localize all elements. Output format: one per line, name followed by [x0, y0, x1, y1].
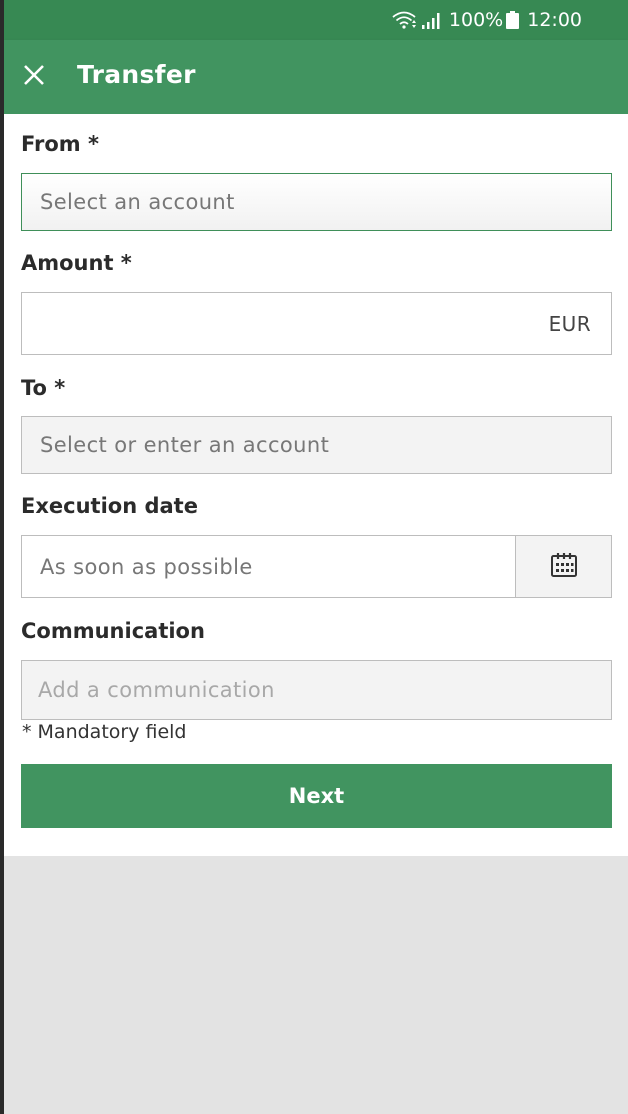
- mandatory-field-note: * Mandatory field: [22, 721, 187, 743]
- wifi-icon: [391, 10, 417, 30]
- next-button[interactable]: Next: [21, 764, 612, 828]
- close-icon: [23, 64, 45, 90]
- to-account-input[interactable]: Select or enter an account: [21, 416, 612, 474]
- signal-icon: [421, 10, 443, 30]
- page-title: Transfer: [77, 60, 196, 89]
- from-placeholder: Select an account: [40, 190, 235, 214]
- amount-input[interactable]: EUR: [21, 292, 612, 355]
- battery-icon: [506, 11, 520, 29]
- close-button[interactable]: [18, 61, 50, 93]
- next-button-label: Next: [288, 784, 345, 808]
- screen: 100% 12:00 Transfer From * Select an acc…: [4, 0, 628, 1114]
- execution-date-label: Execution date: [21, 494, 198, 518]
- clock: 12:00: [527, 9, 582, 31]
- status-bar: 100% 12:00: [4, 0, 628, 40]
- communication-placeholder: Add a communication: [38, 678, 275, 702]
- execution-date-value: As soon as possible: [40, 554, 253, 579]
- execution-date-input[interactable]: As soon as possible: [22, 536, 515, 597]
- communication-input[interactable]: Add a communication: [21, 660, 612, 720]
- status-indicators: 100% 12:00: [391, 8, 582, 32]
- communication-label: Communication: [21, 619, 205, 643]
- to-placeholder: Select or enter an account: [40, 433, 330, 457]
- from-label: From *: [21, 132, 99, 156]
- battery-percent: 100%: [448, 9, 504, 31]
- app-bar: Transfer: [4, 40, 628, 114]
- from-account-select[interactable]: Select an account: [21, 173, 612, 231]
- currency-label: EUR: [548, 311, 591, 336]
- transfer-form: From * Select an account Amount * EUR To…: [4, 114, 628, 856]
- amount-label: Amount *: [21, 251, 132, 275]
- execution-date-field: As soon as possible: [21, 535, 612, 598]
- to-label: To *: [21, 376, 66, 400]
- date-picker-button[interactable]: [515, 536, 611, 597]
- calendar-icon: [550, 552, 578, 582]
